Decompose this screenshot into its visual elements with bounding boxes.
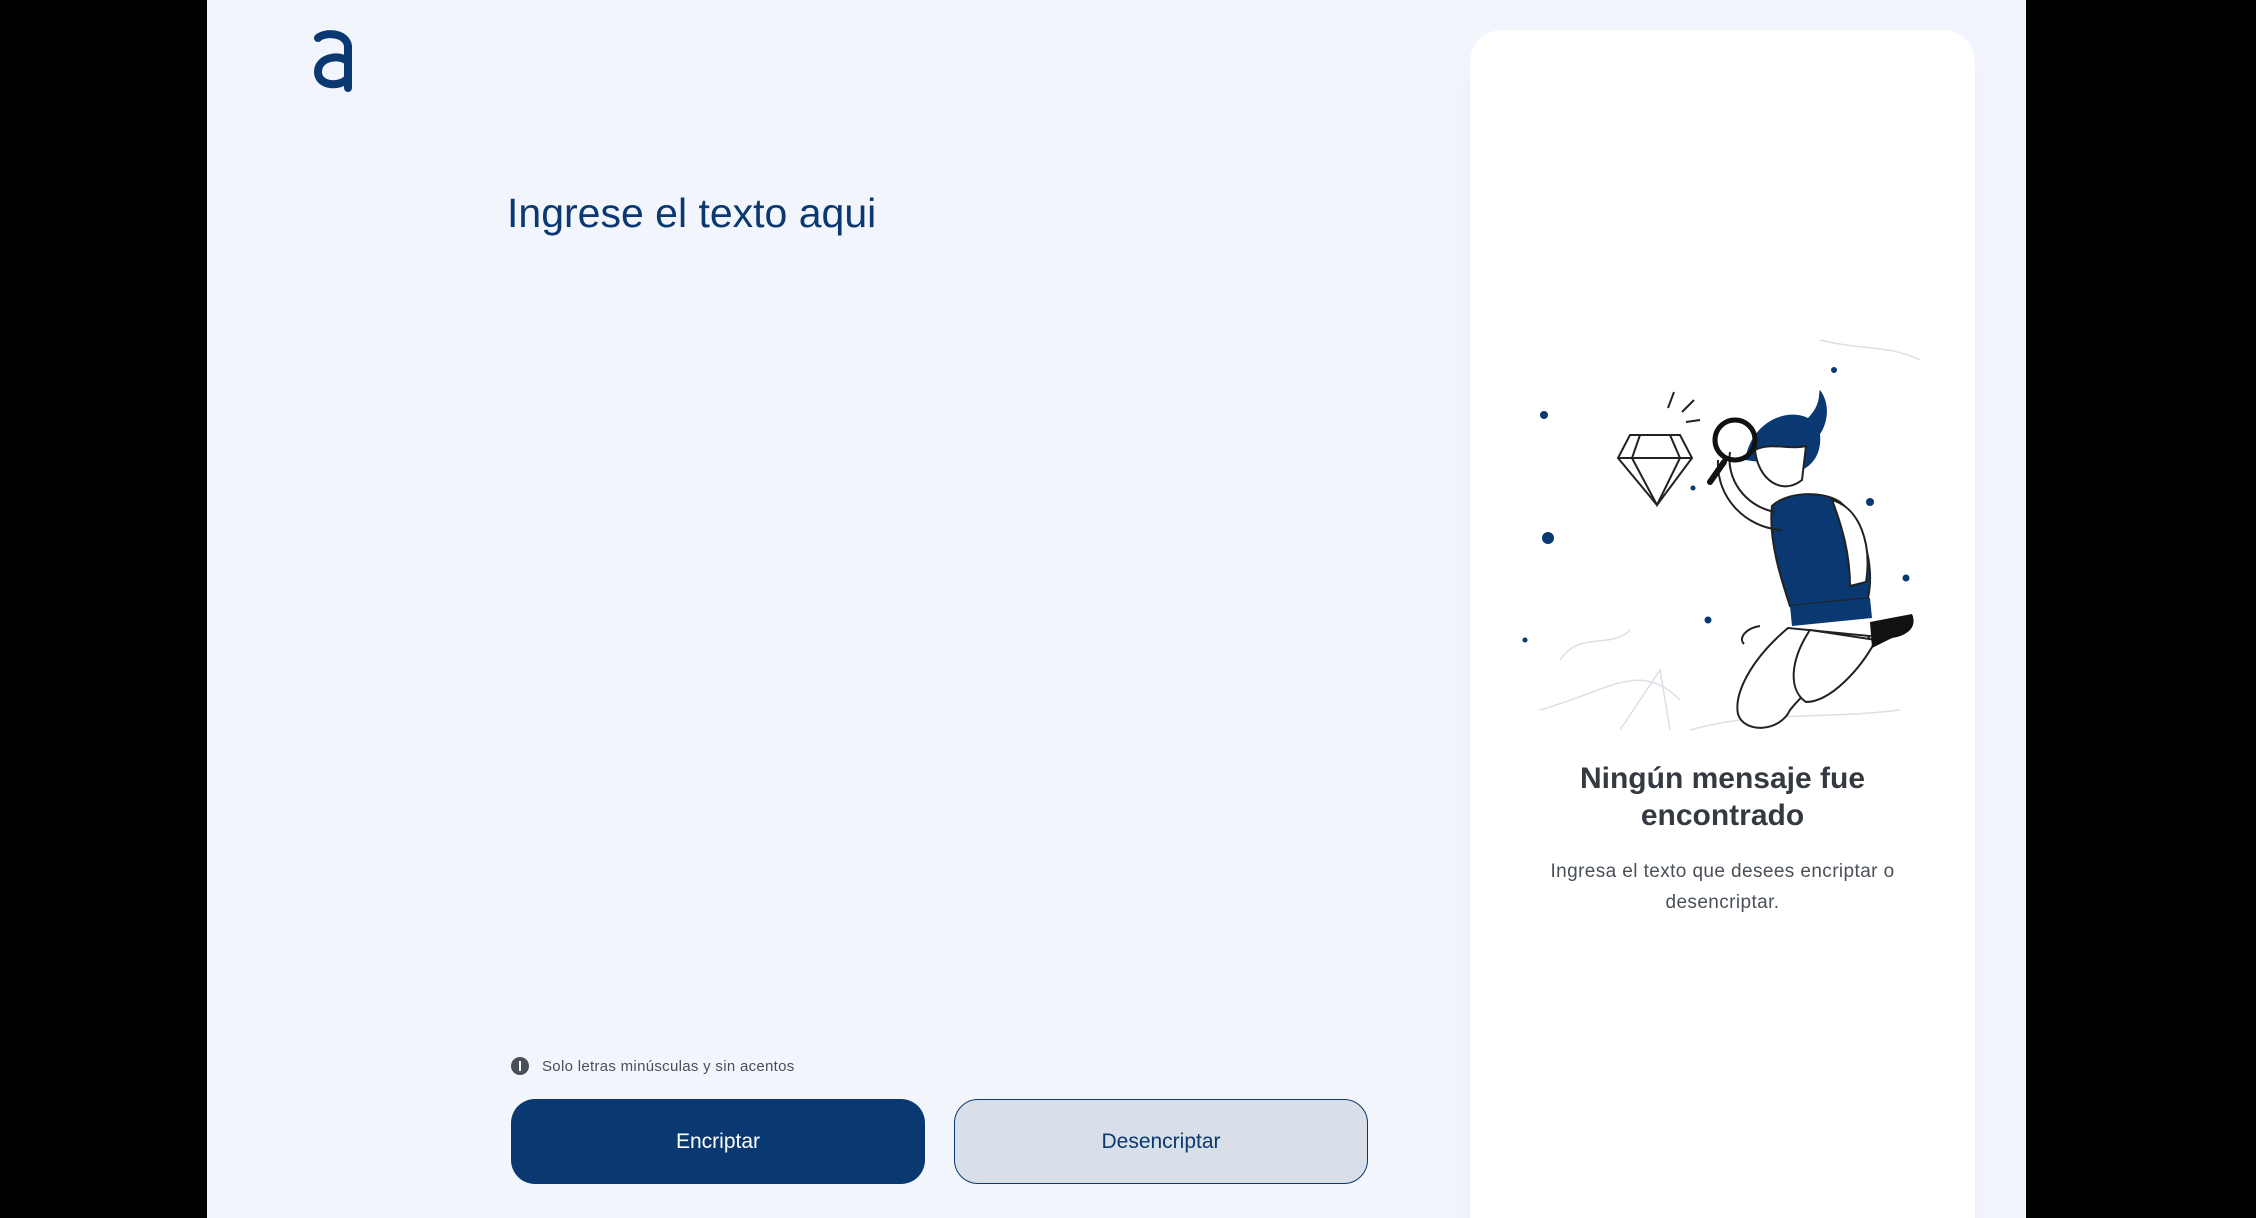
alura-logo-icon[interactable]: [312, 30, 356, 92]
input-hint: Solo letras minúsculas y sin acentos: [510, 1055, 795, 1077]
empty-state-subtitle: Ingresa el texto que desees encriptar o …: [1550, 861, 1895, 913]
empty-state-title: Ningún mensaje fue encontrado: [1579, 762, 1866, 832]
app-window: Solo letras minúsculas y sin acentos Enc…: [207, 0, 2026, 1218]
hint-text: Solo letras minúsculas y sin acentos: [542, 1057, 795, 1075]
message-input[interactable]: [507, 190, 1427, 1020]
info-circle-icon: [511, 1057, 529, 1075]
output-panel: Ningún mensaje fue encontrado Ingresa el…: [1470, 30, 1975, 1218]
boy-magnifying-glass-diamond-illustration: [1520, 330, 1930, 740]
encrypt-button[interactable]: Encriptar: [511, 1099, 925, 1184]
decrypt-button[interactable]: Desencriptar: [954, 1099, 1368, 1184]
